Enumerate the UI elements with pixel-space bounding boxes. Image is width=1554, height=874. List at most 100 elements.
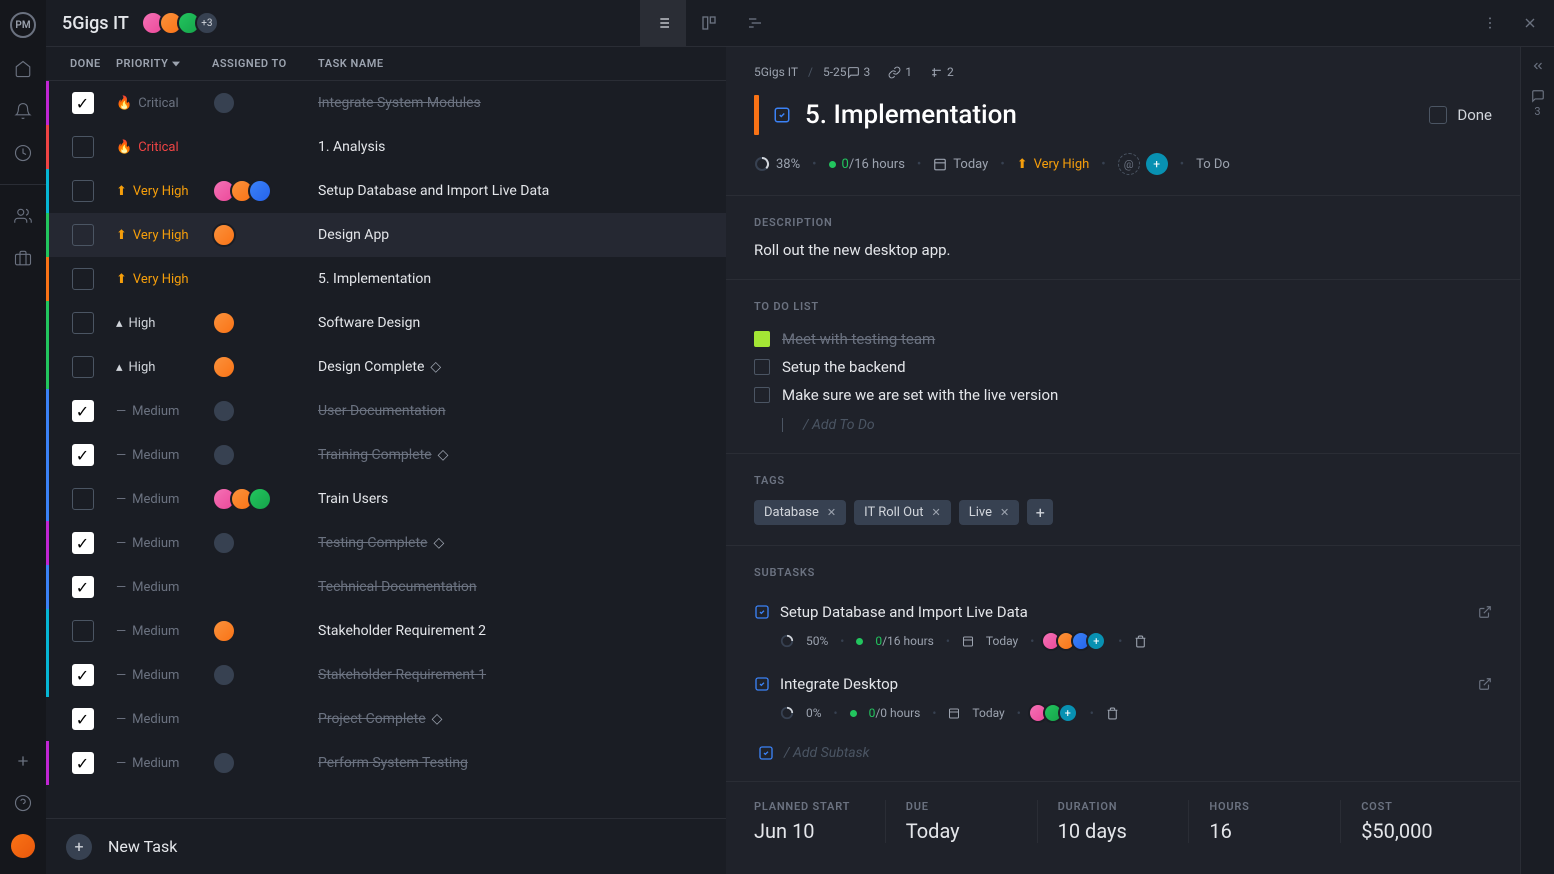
status-meta[interactable]: To Do xyxy=(1196,157,1230,172)
done-checkbox[interactable]: ✓ xyxy=(72,444,94,466)
avatar-more[interactable]: +3 xyxy=(195,11,219,35)
todo-checkbox[interactable] xyxy=(754,331,770,347)
tag[interactable]: Database✕ xyxy=(754,500,846,525)
assignee-meta[interactable]: @+ xyxy=(1118,153,1168,175)
task-row[interactable]: ✓—MediumTraining Complete◇ xyxy=(46,433,726,477)
recent-icon[interactable] xyxy=(12,142,34,164)
priority-cell[interactable]: ⬆Very High xyxy=(116,184,212,199)
metric-duration[interactable]: DURATION10 days xyxy=(1038,800,1190,843)
add-todo-input[interactable]: / Add To Do xyxy=(754,409,1492,433)
subtasks-count[interactable]: 2 xyxy=(930,65,954,79)
metric-due[interactable]: DUEToday xyxy=(886,800,1038,843)
new-task-button[interactable]: + New Task xyxy=(46,818,726,874)
done-checkbox[interactable] xyxy=(72,356,94,378)
col-priority[interactable]: PRIORITY xyxy=(116,57,212,70)
done-checkbox[interactable]: ✓ xyxy=(72,532,94,554)
more-icon[interactable] xyxy=(1482,15,1498,31)
open-subtask-icon[interactable] xyxy=(1478,677,1492,691)
todo-item[interactable]: Setup the backend xyxy=(754,353,1492,381)
subtask-item[interactable]: Setup Database and Import Live Data50%•0… xyxy=(754,591,1492,663)
priority-cell[interactable]: ▴High xyxy=(116,316,212,331)
col-done[interactable]: DONE xyxy=(46,57,116,70)
priority-cell[interactable]: —Medium xyxy=(116,756,212,771)
assigned-cell[interactable] xyxy=(212,531,318,555)
app-logo[interactable]: PM xyxy=(10,12,36,38)
tag[interactable]: Live✕ xyxy=(959,500,1020,525)
tag[interactable]: IT Roll Out✕ xyxy=(854,500,951,525)
metric-cost[interactable]: COST$50,000 xyxy=(1341,800,1492,843)
todo-checkbox[interactable] xyxy=(754,359,770,375)
done-checkbox[interactable] xyxy=(1429,106,1447,124)
priority-cell[interactable]: —Medium xyxy=(116,404,212,419)
done-checkbox[interactable]: ✓ xyxy=(72,576,94,598)
crumb-project[interactable]: 5Gigs IT xyxy=(754,65,798,79)
done-checkbox[interactable]: ✓ xyxy=(72,752,94,774)
task-row[interactable]: ▴HighDesign Complete◇ xyxy=(46,345,726,389)
priority-cell[interactable]: ⬆Very High xyxy=(116,228,212,243)
done-checkbox[interactable]: ✓ xyxy=(72,708,94,730)
board-view-button[interactable] xyxy=(686,0,732,47)
done-checkbox[interactable] xyxy=(72,620,94,642)
priority-cell[interactable]: —Medium xyxy=(116,624,212,639)
priority-meta[interactable]: ⬆ Very High xyxy=(1017,157,1090,172)
done-checkbox[interactable]: ✓ xyxy=(72,664,94,686)
assigned-cell[interactable] xyxy=(212,91,318,115)
done-checkbox[interactable] xyxy=(72,312,94,334)
close-icon[interactable] xyxy=(1522,15,1538,31)
delete-subtask-icon[interactable] xyxy=(1134,635,1147,648)
task-row[interactable]: ✓—MediumTesting Complete◇ xyxy=(46,521,726,565)
task-row[interactable]: ⬆Very High5. Implementation xyxy=(46,257,726,301)
crumb-id[interactable]: 5-25 xyxy=(823,65,847,79)
assigned-cell[interactable] xyxy=(212,179,318,203)
col-name[interactable]: TASK NAME xyxy=(318,57,726,70)
remove-tag-icon[interactable]: ✕ xyxy=(827,506,836,519)
date-meta[interactable]: Today xyxy=(933,157,988,172)
comments-icon[interactable]: 3 xyxy=(1531,89,1545,118)
home-icon[interactable] xyxy=(12,58,34,80)
assigned-cell[interactable] xyxy=(212,487,318,511)
delete-subtask-icon[interactable] xyxy=(1106,707,1119,720)
comments-count[interactable]: 3 xyxy=(847,65,871,79)
remove-tag-icon[interactable]: ✕ xyxy=(1000,506,1009,519)
priority-cell[interactable]: —Medium xyxy=(116,536,212,551)
gantt-view-button[interactable] xyxy=(732,0,778,47)
metric-start[interactable]: PLANNED STARTJun 10 xyxy=(754,800,886,843)
priority-cell[interactable]: ▴High xyxy=(116,360,212,375)
assigned-cell[interactable] xyxy=(212,619,318,643)
progress-meta[interactable]: 38% xyxy=(754,156,800,172)
priority-cell[interactable]: ⬆Very High xyxy=(116,272,212,287)
add-tag-button[interactable]: + xyxy=(1027,499,1053,525)
task-title[interactable]: 5. Implementation xyxy=(805,100,1415,130)
done-checkbox[interactable] xyxy=(72,136,94,158)
done-toggle[interactable]: Done xyxy=(1429,106,1492,124)
done-checkbox[interactable] xyxy=(72,180,94,202)
todo-item[interactable]: Make sure we are set with the live versi… xyxy=(754,381,1492,409)
add-assignee-button[interactable]: + xyxy=(1086,631,1106,651)
priority-cell[interactable]: —Medium xyxy=(116,492,212,507)
task-row[interactable]: ✓—MediumProject Complete◇ xyxy=(46,697,726,741)
task-row[interactable]: ▴HighSoftware Design xyxy=(46,301,726,345)
links-count[interactable]: 1 xyxy=(888,65,912,79)
todo-checkbox[interactable] xyxy=(754,387,770,403)
priority-cell[interactable]: —Medium xyxy=(116,448,212,463)
done-checkbox[interactable]: ✓ xyxy=(72,400,94,422)
task-row[interactable]: ⬆Very HighDesign App xyxy=(46,213,726,257)
add-subtask-input[interactable]: / Add Subtask xyxy=(754,735,1492,761)
task-row[interactable]: ✓—MediumTechnical Documentation xyxy=(46,565,726,609)
list-view-button[interactable] xyxy=(640,0,686,47)
assigned-cell[interactable] xyxy=(212,663,318,687)
assigned-cell[interactable] xyxy=(212,443,318,467)
priority-cell[interactable]: —Medium xyxy=(116,580,212,595)
done-checkbox[interactable] xyxy=(72,268,94,290)
task-row[interactable]: ✓—MediumPerform System Testing xyxy=(46,741,726,785)
todo-item[interactable]: Meet with testing team xyxy=(754,325,1492,353)
assigned-cell[interactable] xyxy=(212,355,318,379)
priority-cell[interactable]: —Medium xyxy=(116,712,212,727)
task-row[interactable]: ✓—MediumStakeholder Requirement 1 xyxy=(46,653,726,697)
open-subtask-icon[interactable] xyxy=(1478,605,1492,619)
metric-hours[interactable]: HOURS16 xyxy=(1189,800,1341,843)
collapse-icon[interactable] xyxy=(1531,59,1545,73)
priority-cell[interactable]: 🔥Critical xyxy=(116,96,212,111)
hours-meta[interactable]: 0/16 hours xyxy=(829,157,905,172)
help-icon[interactable] xyxy=(12,792,34,814)
